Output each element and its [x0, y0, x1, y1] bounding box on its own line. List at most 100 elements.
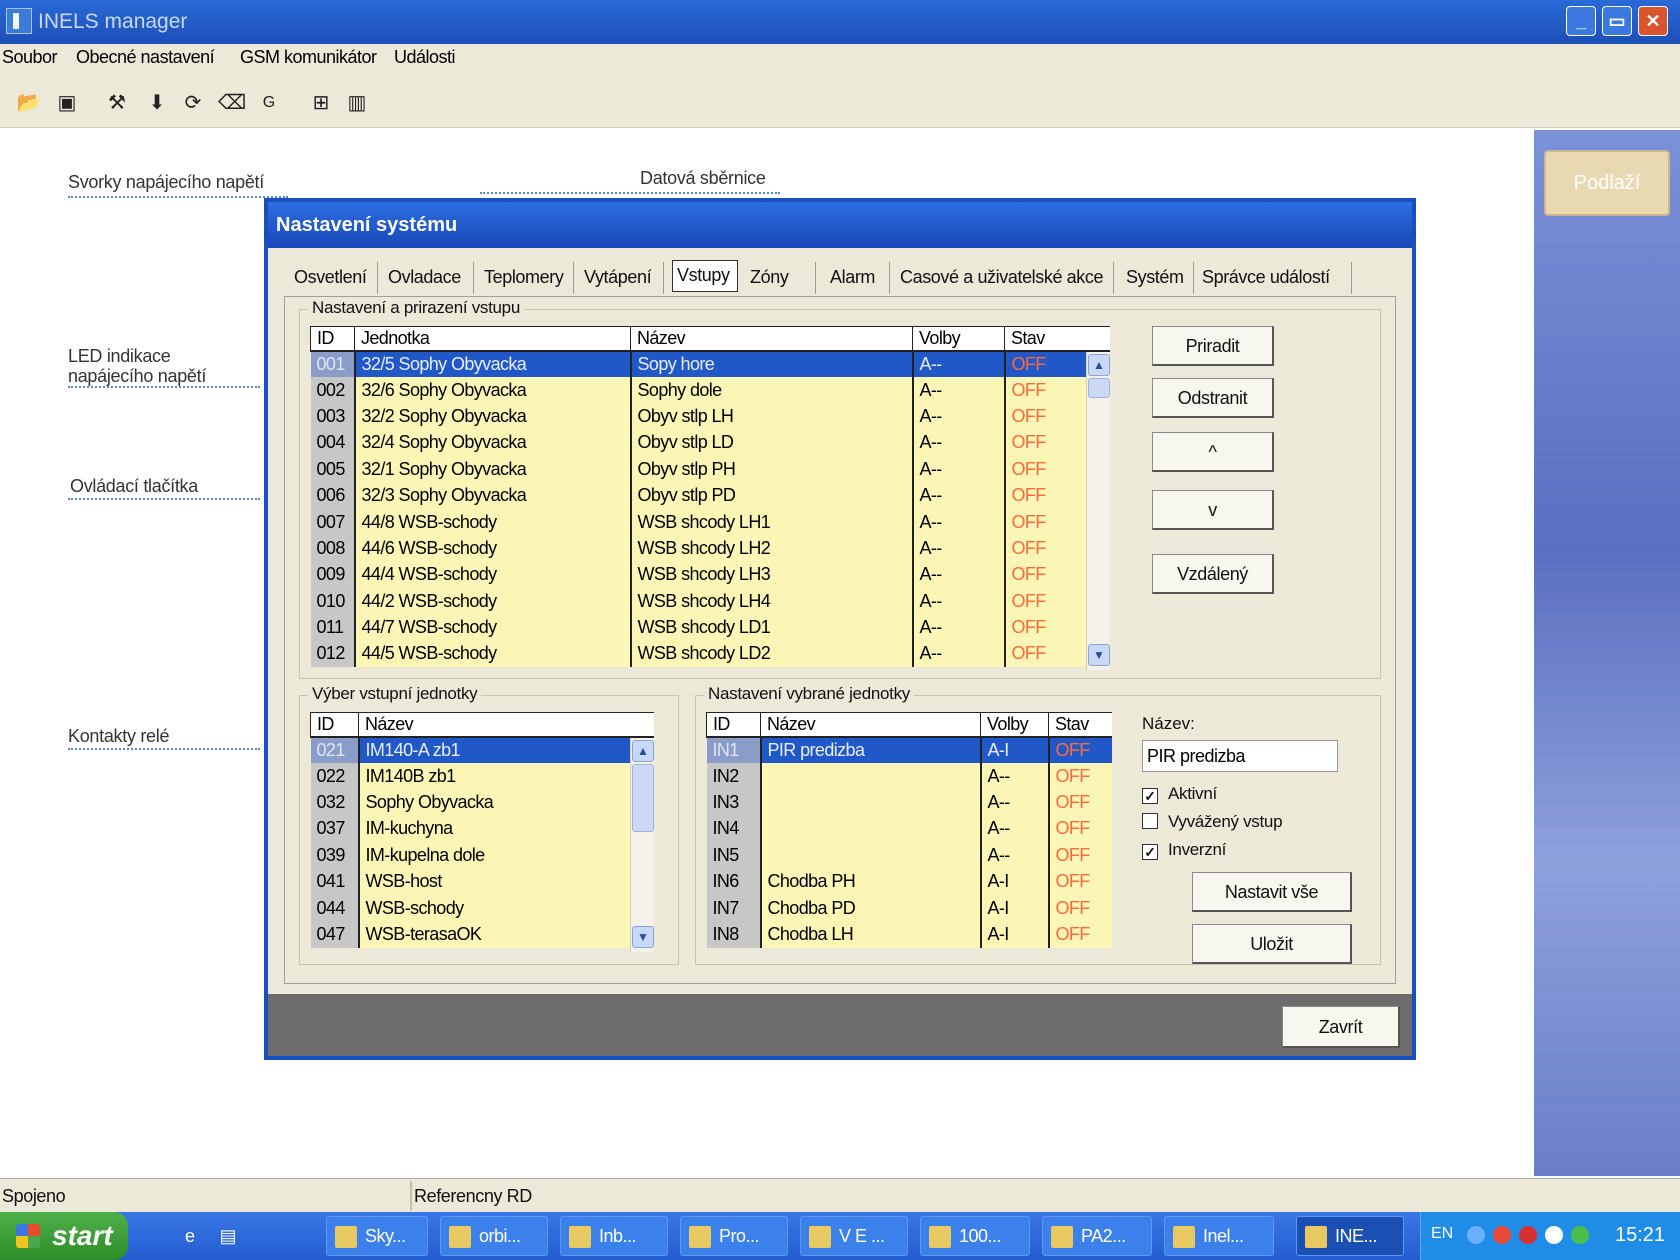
checkbox-box[interactable]: ✓: [1142, 844, 1158, 860]
inputs-header-1[interactable]: Jednotka: [354, 326, 631, 352]
move-down-button[interactable]: v: [1152, 490, 1274, 530]
units-header-1[interactable]: Název: [358, 712, 654, 738]
inputs-header-2[interactable]: Název: [630, 326, 913, 352]
menu-gsm-komunikator[interactable]: GSM komunikátor: [240, 47, 377, 68]
table-row[interactable]: 022 IM140B zb1: [310, 762, 654, 790]
move-up-button[interactable]: ^: [1152, 432, 1274, 472]
skype-tray-icon[interactable]: [1545, 1226, 1563, 1244]
table-row[interactable]: 004 32/4 Sophy Obyvacka Obyv stlp LD A-- OFF: [310, 429, 1110, 457]
inverzni-checkbox[interactable]: ✓ Inverzní: [1142, 840, 1226, 860]
aktivni-checkbox[interactable]: ✓ Aktivní: [1142, 784, 1217, 804]
table-row[interactable]: 039 IM-kupelna dole: [310, 842, 654, 869]
eraser-icon[interactable]: ⌫: [218, 90, 246, 116]
taskbar-item-orbi[interactable]: orbi...: [440, 1216, 548, 1256]
settings-header-0[interactable]: ID: [706, 712, 761, 738]
nazev-input[interactable]: [1142, 740, 1338, 772]
table-row[interactable]: IN7 Chodba PD A-I OFF: [706, 894, 1112, 922]
taskbar-item-pro[interactable]: Pro...: [680, 1216, 788, 1256]
nastavit-vse-button[interactable]: Nastavit vše: [1192, 872, 1352, 912]
taskbar-item-skype[interactable]: Sky...: [326, 1216, 428, 1256]
table-row[interactable]: 047 WSB-terasaOK: [310, 921, 654, 948]
settings-header-1[interactable]: Název: [760, 712, 981, 738]
taskbar-item-pa2[interactable]: PA2...: [1042, 1216, 1152, 1256]
sync-tray-icon[interactable]: [1571, 1226, 1589, 1244]
table-row[interactable]: 037 IM-kuchyna: [310, 815, 654, 843]
scroll-thumb[interactable]: [1088, 378, 1110, 398]
tab-zony[interactable]: Zóny: [750, 262, 816, 294]
book-icon[interactable]: ▥: [344, 90, 370, 116]
inputs-scrollbar[interactable]: ▲ ▼: [1086, 352, 1110, 670]
table-row[interactable]: 032 Sophy Obyvacka: [310, 789, 654, 816]
language-indicator[interactable]: EN: [1431, 1225, 1453, 1243]
start-button[interactable]: start: [0, 1212, 128, 1260]
table-row[interactable]: IN6 Chodba PH A-I OFF: [706, 868, 1112, 895]
table-row[interactable]: 011 44/7 WSB-schody WSB shcody LD1 A-- OFF: [310, 614, 1110, 641]
tab-vstupy[interactable]: Vstupy: [672, 260, 738, 292]
table-row[interactable]: 003 32/2 Sophy Obyvacka Obyv stlp LH A-- OFF: [310, 403, 1110, 430]
ulozit-button[interactable]: Uložit: [1192, 924, 1352, 964]
menu-obecne-nastaveni[interactable]: Obecné nastavení: [76, 47, 215, 68]
table-row[interactable]: 012 44/5 WSB-schody WSB shcody LD2 A-- OFF: [310, 640, 1110, 668]
taskbar-item-inel[interactable]: Inel...: [1164, 1216, 1274, 1256]
tab-vytapeni[interactable]: Vytápení: [584, 262, 664, 294]
inputs-header-4[interactable]: Stav: [1004, 326, 1110, 352]
checkbox-box[interactable]: [1142, 813, 1158, 829]
table-row[interactable]: 044 WSB-schody: [310, 894, 654, 922]
tab-casove-akce[interactable]: Casové a uživatelské akce: [900, 262, 1114, 294]
checkbox-box[interactable]: ✓: [1142, 788, 1158, 804]
podlazi-button[interactable]: Podlaží: [1544, 150, 1670, 216]
vyvazeny-vstup-checkbox[interactable]: Vyvážený vstup: [1142, 812, 1283, 832]
settings-header-2[interactable]: Volby: [980, 712, 1049, 738]
close-window-button[interactable]: ✕: [1638, 6, 1668, 36]
table-row[interactable]: IN2 A-- OFF: [706, 762, 1112, 790]
table-row[interactable]: 007 44/8 WSB-schody WSB shcody LH1 A-- OFF: [310, 508, 1110, 536]
alert-tray-icon[interactable]: [1519, 1226, 1537, 1244]
priradit-button[interactable]: Priradit: [1152, 326, 1274, 366]
units-header-0[interactable]: ID: [310, 712, 359, 738]
tab-osvetleni[interactable]: Osvetlení: [294, 262, 378, 294]
scroll-thumb[interactable]: [632, 764, 654, 832]
table-row[interactable]: 009 44/4 WSB-schody WSB shcody LH3 A-- OFF: [310, 561, 1110, 589]
table-row[interactable]: 006 32/3 Sophy Obyvacka Obyv stlp PD A-- OFF: [310, 482, 1110, 509]
network-tray-icon[interactable]: [1467, 1226, 1485, 1244]
table-row[interactable]: 002 32/6 Sophy Obyvacka Sophy dole A-- OFF: [310, 376, 1110, 404]
table-row[interactable]: 021 IM140-A zb1: [310, 736, 654, 763]
table-row[interactable]: 041 WSB-host: [310, 868, 654, 895]
settings-header-3[interactable]: Stav: [1048, 712, 1112, 738]
security-tray-icon[interactable]: [1493, 1226, 1511, 1244]
tools-icon[interactable]: ⚒: [104, 90, 130, 116]
unit-select-scrollbar[interactable]: ▲ ▼: [630, 738, 654, 952]
tab-spravce-udalosti[interactable]: Správce událostí: [1202, 262, 1352, 294]
table-row[interactable]: 008 44/6 WSB-schody WSB shcody LH2 A-- OFF: [310, 535, 1110, 562]
minimize-button[interactable]: _: [1566, 6, 1596, 36]
table-row[interactable]: 005 32/1 Sophy Obyvacka Obyv stlp PH A-- OFF: [310, 456, 1110, 483]
taskbar-item-inbox[interactable]: Inb...: [560, 1216, 668, 1256]
table-row[interactable]: IN8 Chodba LH A-I OFF: [706, 921, 1112, 948]
odstranit-button[interactable]: Odstranit: [1152, 378, 1274, 418]
table-row[interactable]: IN5 A-- OFF: [706, 842, 1112, 869]
open-folder-icon[interactable]: 📂: [16, 90, 42, 116]
table-row[interactable]: IN3 A-- OFF: [706, 789, 1112, 816]
table-row[interactable]: IN4 A-- OFF: [706, 815, 1112, 843]
tab-teplomery[interactable]: Teplomery: [484, 262, 574, 294]
ie-quicklaunch-icon[interactable]: e: [178, 1224, 202, 1248]
save-icon[interactable]: ▣: [54, 90, 80, 116]
tab-ovladace[interactable]: Ovladace: [388, 262, 474, 294]
table-row[interactable]: IN1 PIR predizba A-I OFF: [706, 736, 1112, 763]
vzdaleny-button[interactable]: Vzdálený: [1152, 554, 1274, 594]
taskbar-item-inels-active[interactable]: INE...: [1296, 1216, 1404, 1256]
menu-soubor[interactable]: Soubor: [2, 47, 58, 68]
refresh-icon[interactable]: ⟳: [180, 90, 206, 116]
table-row[interactable]: 010 44/2 WSB-schody WSB shcody LH4 A-- OFF: [310, 588, 1110, 615]
inputs-header-3[interactable]: Volby: [912, 326, 1005, 352]
taskbar-item-ve[interactable]: V E ...: [800, 1216, 908, 1256]
scroll-up-icon[interactable]: ▲: [632, 740, 654, 762]
scroll-down-icon[interactable]: ▼: [1088, 644, 1110, 666]
tab-alarm[interactable]: Alarm: [830, 262, 890, 294]
scroll-up-icon[interactable]: ▲: [1088, 354, 1110, 376]
menu-udalosti[interactable]: Události: [394, 47, 456, 68]
tab-system[interactable]: Systém: [1126, 262, 1194, 294]
maximize-button[interactable]: ▭: [1602, 6, 1632, 36]
gsm-icon[interactable]: G: [256, 90, 282, 116]
network-icon[interactable]: ⊞: [308, 90, 334, 116]
